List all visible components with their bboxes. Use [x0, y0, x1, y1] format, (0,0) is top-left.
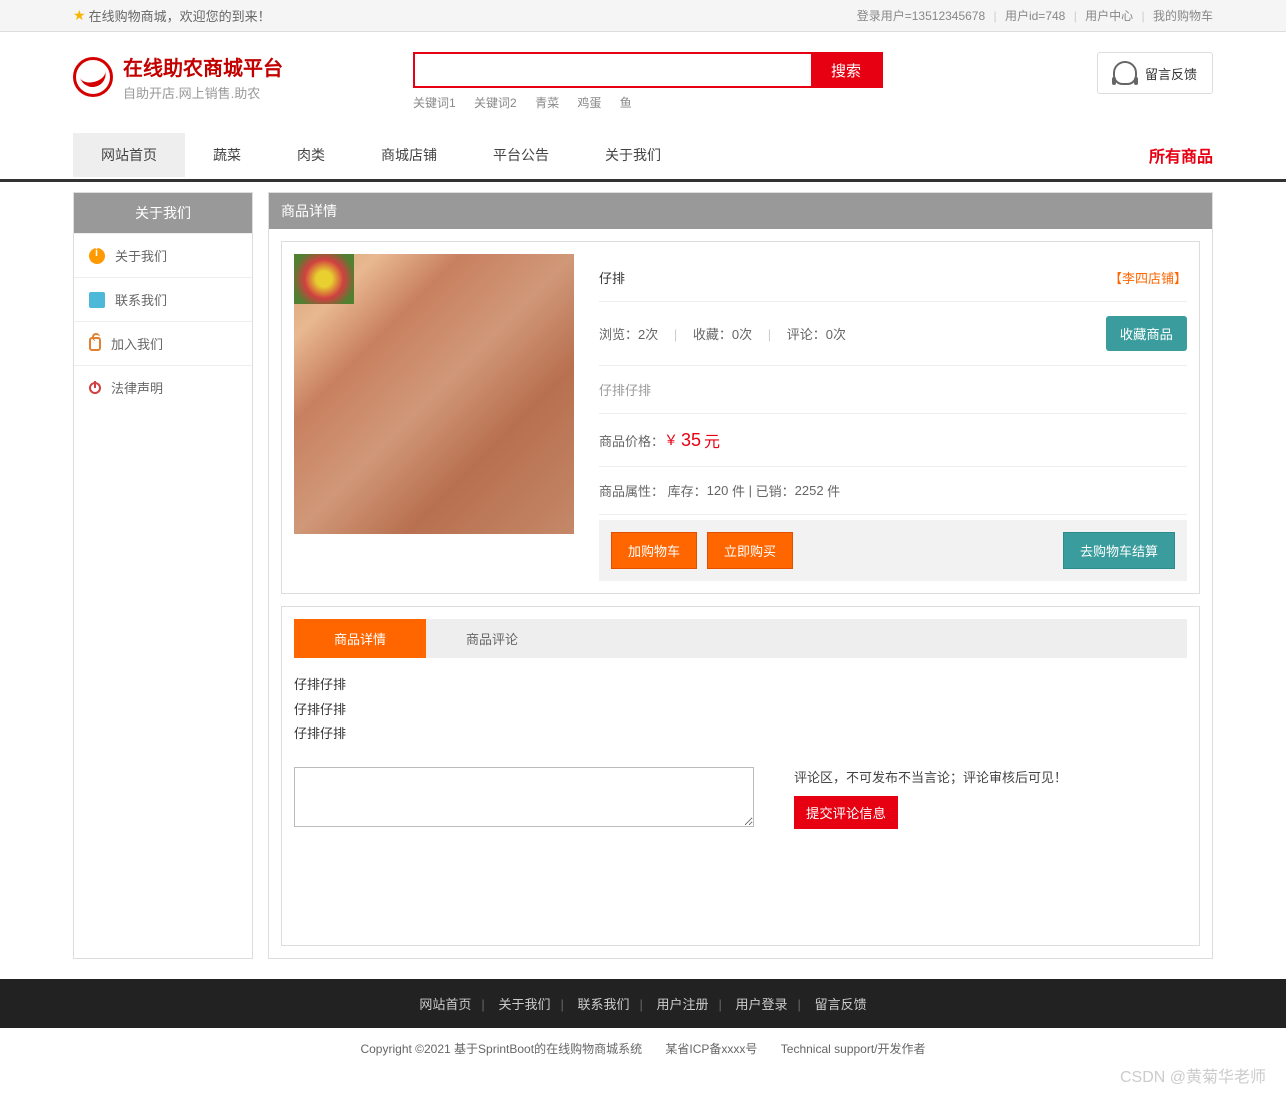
sidebar-item-legal[interactable]: 法律声明	[74, 365, 252, 409]
buy-now-button[interactable]: 立即购买	[707, 532, 793, 569]
detail-line: 仔排仔排	[294, 698, 1187, 723]
logo-title: 在线助农商城平台	[123, 52, 283, 81]
footer-link[interactable]: 关于我们	[498, 997, 550, 1012]
sidebar-item-about[interactable]: 关于我们	[74, 233, 252, 277]
copyright: Copyright ©2021 基于SprintBoot的在线购物商城系统 某省…	[0, 1028, 1286, 1069]
sidebar-item-join[interactable]: 加入我们	[74, 321, 252, 365]
tab-detail[interactable]: 商品详情	[294, 619, 426, 658]
footer-link[interactable]: 联系我们	[577, 997, 629, 1012]
add-cart-button[interactable]: 加购物车	[611, 532, 697, 569]
action-row: 加购物车 立即购买 去购物车结算	[599, 520, 1187, 581]
detail-content: 仔排仔排 仔排仔排 仔排仔排	[294, 658, 1187, 762]
lock-icon	[89, 337, 101, 351]
user-id: 用户id=748	[1005, 9, 1065, 23]
logo-icon	[73, 57, 113, 97]
top-bar: ★ 在线购物商城，欢迎您的到来！ 登录用户=13512345678 | 用户id…	[0, 0, 1286, 32]
product-stats: 浏览：2次 | 收藏：0次 | 评论：0次	[599, 324, 846, 343]
search-keywords: 关键词1 关键词2 青菜 鸡蛋 鱼	[413, 94, 1097, 111]
header: 在线助农商城平台 自助开店.网上销售.助农 搜索 关键词1 关键词2 青菜 鸡蛋…	[73, 32, 1213, 121]
checkout-button[interactable]: 去购物车结算	[1063, 532, 1175, 569]
product-info: 仔排 【李四店铺】 浏览：2次 | 收藏：0次 | 评论：0次 收藏商品 仔排仔…	[599, 254, 1187, 581]
attr-row: 商品属性： 库存：120 件 | 已销：2252 件	[599, 467, 1187, 515]
product-name: 仔排	[599, 268, 625, 287]
product-image	[294, 254, 574, 534]
sidebar-item-contact[interactable]: 联系我们	[74, 277, 252, 321]
nav-all-products[interactable]: 所有商品	[1149, 131, 1213, 179]
watermark: CSDN @黄菊华老师	[1120, 1063, 1266, 1087]
keyword-link[interactable]: 关键词2	[474, 96, 517, 110]
footer-link[interactable]: 用户注册	[657, 997, 709, 1012]
my-cart-link[interactable]: 我的购物车	[1153, 9, 1213, 23]
keyword-link[interactable]: 鸡蛋	[577, 96, 601, 110]
product-box: 仔排 【李四店铺】 浏览：2次 | 收藏：0次 | 评论：0次 收藏商品 仔排仔…	[281, 241, 1200, 594]
favorite-button[interactable]: 收藏商品	[1106, 316, 1187, 351]
price-row: 商品价格： ￥ 35 元	[599, 414, 1187, 467]
keyword-link[interactable]: 青菜	[535, 96, 559, 110]
comment-notice: 评论区，不可发布不当言论；评论审核后可见！	[794, 767, 1187, 786]
shop-link[interactable]: 【李四店铺】	[1109, 268, 1187, 287]
nav-meat[interactable]: 肉类	[269, 133, 353, 177]
nav-shops[interactable]: 商城店铺	[353, 133, 465, 177]
comment-area: 评论区，不可发布不当言论；评论审核后可见！ 提交评论信息	[294, 767, 1187, 829]
detail-line: 仔排仔排	[294, 722, 1187, 747]
search-button[interactable]: 搜索	[811, 54, 881, 86]
footer: 网站首页| 关于我们| 联系我们| 用户注册| 用户登录| 留言反馈	[0, 979, 1286, 1028]
main-content: 关于我们 关于我们 联系我们 加入我们 法律声明 商品详情 仔排 【李四店铺】	[73, 192, 1213, 959]
keyword-link[interactable]: 鱼	[620, 96, 632, 110]
nav-home[interactable]: 网站首页	[73, 133, 185, 177]
content-panel: 商品详情 仔排 【李四店铺】 浏览：2次 | 收藏：0次 | 评论：0次	[268, 192, 1213, 959]
comment-textarea[interactable]	[294, 767, 754, 827]
nav-announce[interactable]: 平台公告	[465, 133, 577, 177]
headset-icon	[1113, 61, 1137, 85]
power-icon	[89, 382, 101, 394]
content-header: 商品详情	[269, 193, 1212, 229]
login-user: 登录用户=13512345678	[857, 9, 985, 23]
nav-about[interactable]: 关于我们	[577, 133, 689, 177]
keyword-link[interactable]: 关键词1	[413, 96, 456, 110]
footer-link[interactable]: 网站首页	[419, 997, 471, 1012]
tab-comment[interactable]: 商品评论	[426, 619, 558, 658]
submit-comment-button[interactable]: 提交评论信息	[794, 796, 898, 829]
star-icon: ★	[73, 7, 86, 24]
nav-vegetables[interactable]: 蔬菜	[185, 133, 269, 177]
detail-box: 商品详情 商品评论 仔排仔排 仔排仔排 仔排仔排 评论区，不可发布不当言论；评论…	[281, 606, 1200, 946]
footer-link[interactable]: 留言反馈	[815, 997, 867, 1012]
logo-area[interactable]: 在线助农商城平台 自助开店.网上销售.助农	[73, 52, 413, 102]
feedback-button[interactable]: 留言反馈	[1097, 52, 1213, 94]
search-area: 搜索 关键词1 关键词2 青菜 鸡蛋 鱼	[413, 52, 1097, 111]
nav-bar: 网站首页 蔬菜 肉类 商城店铺 平台公告 关于我们 所有商品	[0, 131, 1286, 182]
sidebar-header: 关于我们	[74, 193, 252, 233]
detail-line: 仔排仔排	[294, 673, 1187, 698]
product-desc: 仔排仔排	[599, 366, 1187, 414]
top-right-links: 登录用户=13512345678 | 用户id=748 | 用户中心 | 我的购…	[857, 7, 1213, 24]
tabs: 商品详情 商品评论	[294, 619, 1187, 658]
welcome-text: ★ 在线购物商城，欢迎您的到来！	[73, 6, 271, 25]
clipboard-icon	[89, 292, 105, 308]
info-icon	[89, 248, 105, 264]
logo-subtitle: 自助开店.网上销售.助农	[123, 83, 283, 102]
search-input[interactable]	[415, 54, 811, 86]
sidebar: 关于我们 关于我们 联系我们 加入我们 法律声明	[73, 192, 253, 959]
footer-link[interactable]: 用户登录	[736, 997, 788, 1012]
user-center-link[interactable]: 用户中心	[1085, 9, 1133, 23]
